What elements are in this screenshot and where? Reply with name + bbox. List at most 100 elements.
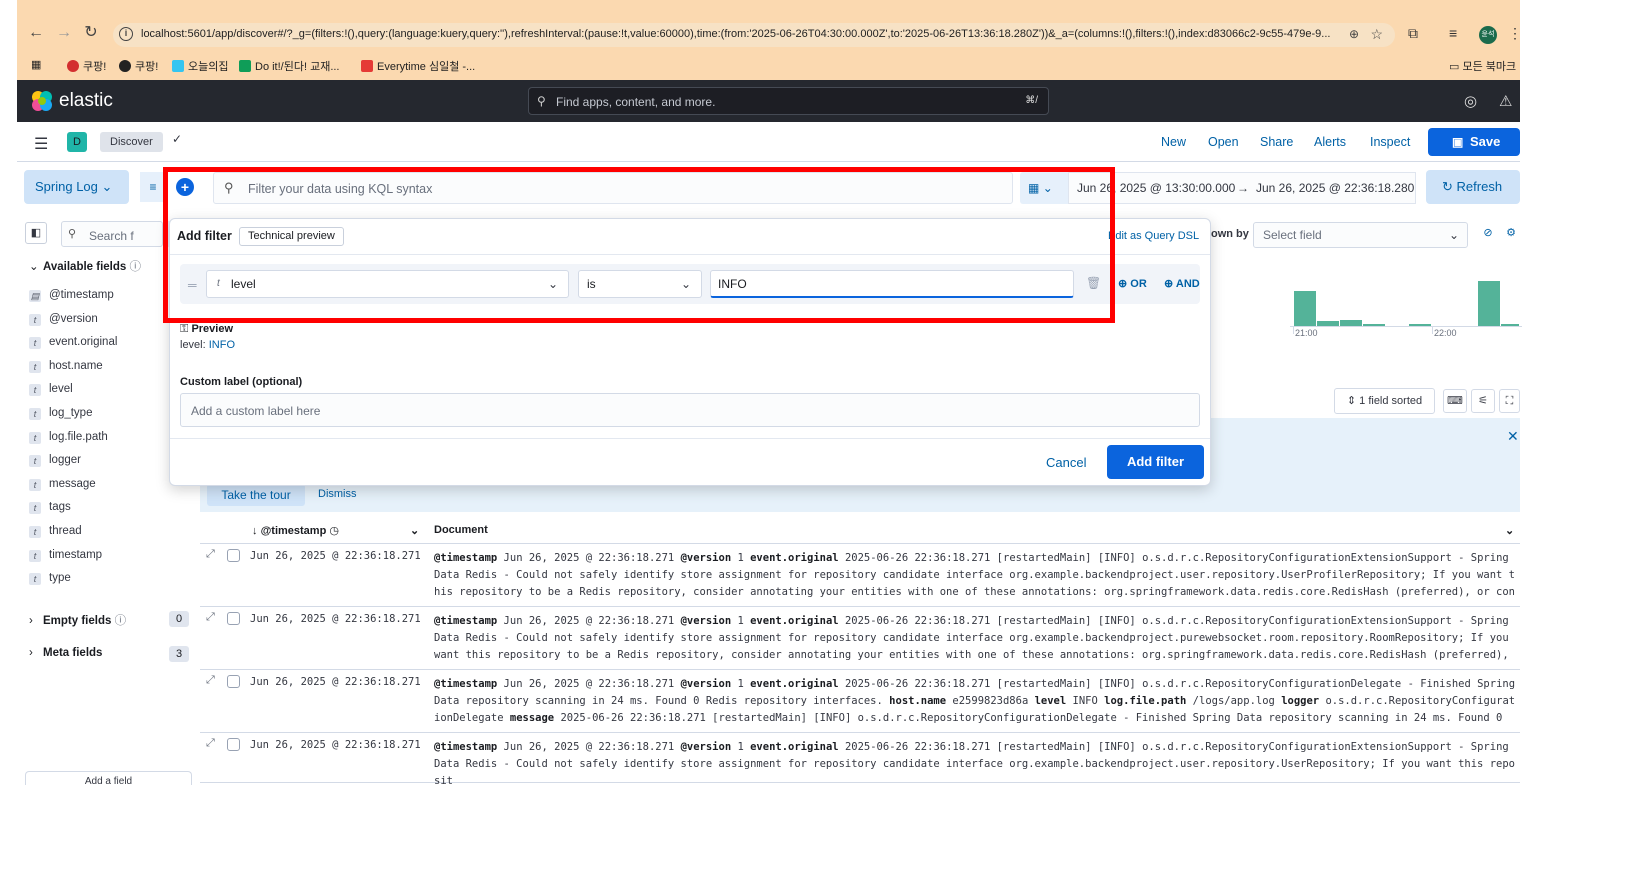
menu-kebab-icon[interactable]: ⋮ — [1508, 25, 1522, 42]
table-row[interactable]: ⤢ Jun 26, 2025 @ 22:36:18.271 @timestamp J… — [200, 733, 1520, 787]
field-item[interactable]: t log.file.path — [29, 431, 108, 449]
available-fields-toggle[interactable]: ⌄ Available fields ⓘ — [29, 258, 141, 274]
field-search-input[interactable]: ⚲ Search f — [61, 221, 163, 247]
expand-icon[interactable]: ⤢ — [206, 611, 215, 624]
bookmark-5[interactable]: Everytime 심일철 -... — [361, 58, 475, 74]
site-info-icon[interactable]: i — [119, 27, 133, 41]
cancel-button[interactable]: Cancel — [1046, 455, 1086, 470]
trash-icon[interactable]: 🗑 — [1086, 276, 1101, 290]
filter-menu-icon[interactable]: ≡ — [140, 172, 166, 202]
value-input[interactable] — [710, 270, 1074, 298]
elastic-logo-icon[interactable] — [31, 90, 53, 112]
field-item[interactable]: t host.name — [29, 360, 103, 378]
row-checkbox[interactable] — [227, 738, 240, 751]
dataview-picker[interactable]: Spring Log ⌄ — [24, 170, 129, 204]
field-item[interactable]: t thread — [29, 525, 82, 543]
table-row[interactable]: ⤢ Jun 26, 2025 @ 22:36:18.271 @timestamp J… — [200, 670, 1520, 733]
expand-icon[interactable]: ⤢ — [206, 674, 215, 687]
custom-label-input[interactable]: Add a custom label here — [180, 393, 1200, 427]
date-end[interactable]: Jun 26, 2025 @ 22:36:18.280 — [1256, 173, 1414, 203]
histogram-bar[interactable] — [1294, 290, 1316, 326]
alerts-link[interactable]: Alerts — [1314, 135, 1346, 149]
check-icon[interactable]: ✓ — [172, 132, 182, 146]
inspect-link[interactable]: Inspect — [1370, 135, 1410, 149]
expand-icon[interactable]: ⤢ — [206, 548, 215, 561]
chart-options-icon[interactable]: ⊘ — [1476, 222, 1500, 246]
help-icon[interactable]: ◎ — [1464, 92, 1477, 110]
timestamp-column-header[interactable]: ↓ @timestamp ◷ — [252, 524, 339, 537]
and-button[interactable]: ⊕ AND — [1164, 277, 1200, 290]
empty-fields-toggle[interactable]: › Empty fields ⓘ — [29, 612, 126, 628]
field-item[interactable]: t logger — [29, 454, 81, 472]
all-bookmarks[interactable]: ▭ 모든 북마크 — [1449, 58, 1516, 74]
sidebar-toggle-icon[interactable]: ◧ — [25, 222, 47, 244]
take-tour-button[interactable]: Take the tour — [207, 484, 305, 506]
histogram-bar[interactable] — [1478, 281, 1500, 326]
new-link[interactable]: New — [1161, 135, 1186, 149]
table-row[interactable]: ⤢ Jun 26, 2025 @ 22:36:18.271 @timestamp J… — [200, 544, 1520, 607]
back-icon[interactable]: ← — [25, 22, 47, 44]
open-link[interactable]: Open — [1208, 135, 1239, 149]
add-filter-icon[interactable]: + — [176, 178, 194, 196]
chevron-down-icon[interactable]: ⌄ — [410, 524, 419, 537]
reload-icon[interactable]: ↻ — [80, 22, 102, 44]
bookmark-2[interactable]: 쿠팡! — [119, 58, 158, 74]
space-avatar[interactable]: D — [67, 132, 87, 152]
document-column-header[interactable]: Document — [434, 524, 488, 536]
edit-query-dsl-link[interactable]: Edit as Query DSL — [1108, 230, 1199, 242]
table-row[interactable]: ⤢ Jun 26, 2025 @ 22:36:18.271 @timestamp J… — [200, 607, 1520, 670]
keyboard-icon[interactable]: ⌨ — [1443, 389, 1467, 413]
key-label: @timestamp — [434, 678, 498, 690]
menu-icon[interactable]: ☰ — [34, 134, 48, 154]
save-button[interactable]: ▣ Save — [1428, 128, 1520, 156]
bookmark-4[interactable]: Do it!/된다! 교재... — [239, 58, 340, 74]
news-feed-icon[interactable]: ⚠ — [1499, 92, 1512, 110]
zoom-icon[interactable]: ⊕ — [1349, 27, 1359, 41]
display-options-icon[interactable]: ⚟ — [1471, 389, 1495, 413]
field-item[interactable]: t tags — [29, 501, 71, 519]
media-icon[interactable]: ≡ — [1449, 25, 1457, 41]
refresh-button[interactable]: ↻ Refresh — [1426, 170, 1520, 204]
share-link[interactable]: Share — [1260, 135, 1293, 149]
field-item[interactable]: t type — [29, 572, 71, 590]
breadcrumb-discover[interactable]: Discover — [100, 132, 163, 152]
settings-icon[interactable]: ⚙ — [1502, 222, 1520, 246]
field-item[interactable]: t @version — [29, 313, 98, 331]
apps-grid-icon[interactable]: ▦ — [31, 58, 41, 71]
date-start[interactable]: Jun 26, 2025 @ 13:30:00.000 — [1077, 173, 1235, 203]
field-item[interactable]: ▤ @timestamp — [29, 289, 114, 307]
add-filter-button[interactable]: Add filter — [1107, 445, 1204, 479]
field-item[interactable]: t log_type — [29, 407, 92, 425]
profile-avatar[interactable]: 윤석 — [1479, 26, 1497, 44]
field-item[interactable]: t level — [29, 383, 73, 401]
dismiss-button[interactable]: Dismiss — [318, 488, 357, 500]
sort-fields-button[interactable]: ⇕ 1 field sorted — [1334, 388, 1435, 414]
forward-icon[interactable]: → — [53, 22, 75, 44]
field-item[interactable]: t timestamp — [29, 549, 102, 567]
breakdown-field-select[interactable]: Select field ⌄ — [1253, 222, 1468, 248]
add-field-button[interactable]: Add a field — [25, 771, 192, 785]
meta-fields-toggle[interactable]: › Meta fields — [29, 647, 102, 659]
bookmark-star-icon[interactable]: ☆ — [1370, 26, 1383, 43]
address-bar[interactable]: i localhost:5601/app/discover#/?_g=(filt… — [113, 23, 1395, 47]
or-button[interactable]: ⊕ OR — [1118, 277, 1147, 290]
global-search-input[interactable]: ⚲ Find apps, content, and more. ⌘/ — [528, 87, 1049, 115]
date-range[interactable]: Jun 26, 2025 @ 13:30:00.000 → Jun 26, 20… — [1068, 172, 1416, 204]
date-quick-menu[interactable]: ▦ ⌄ — [1020, 172, 1068, 204]
fullscreen-icon[interactable]: ⛶ — [1499, 389, 1520, 413]
field-item[interactable]: t message — [29, 478, 96, 496]
kql-input[interactable]: ⚲ Filter your data using KQL syntax — [213, 172, 1013, 204]
bookmark-1[interactable]: 쿠팡! — [67, 58, 106, 74]
bookmark-3[interactable]: 오늘의집 — [172, 58, 228, 74]
row-checkbox[interactable] — [227, 549, 240, 562]
close-icon[interactable]: ✕ — [1507, 428, 1519, 445]
row-checkbox[interactable] — [227, 675, 240, 688]
operator-select[interactable]: is ⌄ — [578, 270, 702, 298]
expand-icon[interactable]: ⤢ — [206, 737, 215, 750]
field-item[interactable]: t event.original — [29, 336, 117, 354]
drag-handle-icon[interactable]: ═ — [188, 278, 197, 292]
chevron-down-icon[interactable]: ⌄ — [1505, 524, 1514, 537]
row-checkbox[interactable] — [227, 612, 240, 625]
field-select[interactable]: t level ⌄ — [206, 270, 569, 298]
extensions-icon[interactable]: ⧉ — [1408, 25, 1418, 42]
